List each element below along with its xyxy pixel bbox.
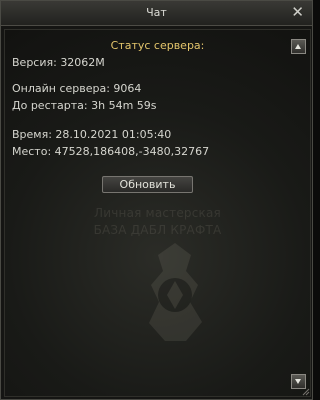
resize-grip-icon[interactable] (300, 386, 310, 396)
server-status-heading: Статус сервера: (110, 39, 205, 52)
craft-emblem-icon (149, 243, 202, 341)
server-version: Версия: 32062M (12, 56, 105, 69)
watermark-line-2: БАЗА ДАБЛ КРАФТА (93, 223, 222, 237)
restart-countdown: До рестарта: 3h 54m 59s (12, 99, 157, 112)
server-time: Время: 28.10.2021 01:05:40 (12, 128, 172, 141)
title-bar[interactable]: Чат ✕ (1, 1, 312, 26)
scroll-down-icon (295, 379, 301, 384)
watermark-line-1: Личная мастерская (94, 206, 221, 220)
chat-window: Чат ✕ Личная мастерская БАЗА ДАБЛ КРАФТА… (0, 0, 313, 400)
server-online: Онлайн сервера: 9064 (12, 82, 142, 95)
close-icon[interactable]: ✕ (291, 3, 304, 21)
scroll-up-button[interactable] (291, 39, 306, 54)
window-title: Чат (146, 6, 167, 19)
refresh-button[interactable]: Обновить (102, 176, 193, 193)
scroll-up-icon (295, 44, 301, 49)
player-location: Место: 47528,186408,-3480,32767 (12, 145, 210, 158)
server-status-panel: Личная мастерская БАЗА ДАБЛ КРАФТА Стату… (4, 29, 311, 397)
